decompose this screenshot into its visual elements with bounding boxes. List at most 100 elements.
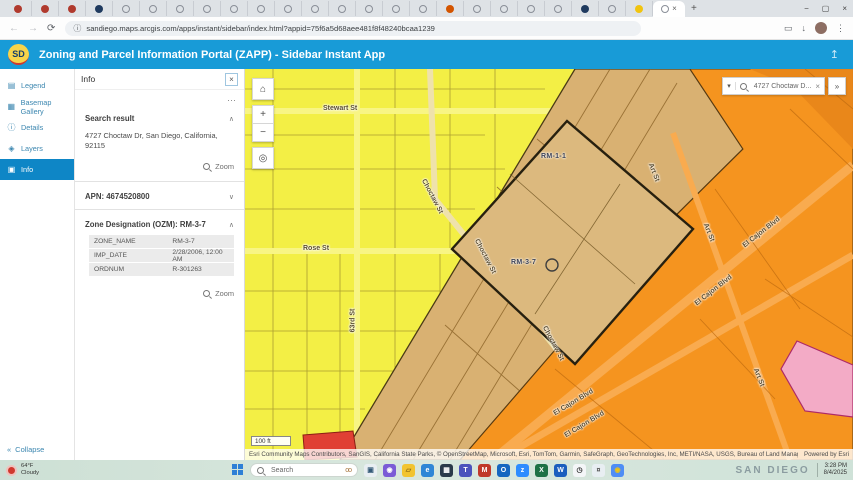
minimize-button[interactable]: −: [804, 4, 809, 13]
sidebar-item-legend[interactable]: ▤Legend: [0, 75, 74, 96]
zoom-to-zone-link[interactable]: Zoom: [85, 289, 234, 298]
taskbar-clock[interactable]: 3:28 PM 8/4/2025: [817, 463, 847, 477]
map-search-box[interactable]: ▾ 4727 Choctaw D... ×: [722, 77, 825, 95]
browser-tab[interactable]: [518, 1, 545, 16]
result-address: 4727 Choctaw Dr, San Diego, California, …: [85, 131, 234, 150]
clock-app-icon[interactable]: ◷: [573, 464, 586, 477]
globe-favicon: [608, 5, 616, 13]
chrome-icon[interactable]: ◉: [611, 464, 624, 477]
mcafee-icon[interactable]: M: [478, 464, 491, 477]
edge-icon[interactable]: e: [421, 464, 434, 477]
share-icon[interactable]: ↥: [830, 48, 839, 61]
browser-tab[interactable]: [464, 1, 491, 16]
map-canvas[interactable]: Stewart StRose St63rd StChoctaw StChocta…: [245, 69, 853, 460]
browser-tab[interactable]: [86, 1, 113, 16]
search-collapse-button[interactable]: »: [828, 77, 846, 95]
red-favicon: [41, 5, 49, 13]
sidebar: ▤Legend▦Basemap GalleryⓘDetails◈Layers▣I…: [0, 69, 75, 460]
browser-tab[interactable]: [248, 1, 275, 16]
sidebar-item-layers[interactable]: ◈Layers: [0, 138, 74, 159]
windows-start-button[interactable]: [232, 464, 244, 476]
browser-tab[interactable]: [491, 1, 518, 16]
zoom-in-button[interactable]: +: [252, 105, 274, 123]
map-search-value[interactable]: 4727 Choctaw D...: [754, 83, 812, 90]
clear-search-icon[interactable]: ×: [815, 82, 820, 91]
site-info-icon[interactable]: ⓘ: [73, 23, 81, 34]
browser-tab[interactable]: [437, 1, 464, 16]
search-source-dropdown-icon[interactable]: ▾: [727, 82, 736, 90]
active-tab[interactable]: ×: [653, 1, 685, 17]
browser-tab[interactable]: [356, 1, 383, 16]
browser-tab[interactable]: [167, 1, 194, 16]
new-tab-button[interactable]: +: [691, 3, 697, 14]
sidebar-item-details[interactable]: ⓘDetails: [0, 117, 74, 138]
sidebar-collapse-button[interactable]: « Collapse: [7, 445, 44, 454]
zoom-app-icon[interactable]: z: [516, 464, 529, 477]
home-button[interactable]: ⌂: [252, 78, 274, 100]
forward-icon[interactable]: →: [28, 23, 38, 34]
browser-tab[interactable]: [599, 1, 626, 16]
browser-tab[interactable]: [5, 1, 32, 16]
browser-tab[interactable]: [545, 1, 572, 16]
browser-tab[interactable]: [59, 1, 86, 16]
street-label: Rose St: [303, 245, 329, 252]
globe-favicon: [149, 5, 157, 13]
copilot-icon[interactable]: ◉: [383, 464, 396, 477]
browser-tab[interactable]: [329, 1, 356, 16]
chevron-down-icon: ∨: [229, 193, 234, 201]
clock-time: 3:28 PM: [824, 463, 847, 470]
close-button[interactable]: ×: [842, 4, 847, 13]
apn-section-header[interactable]: APN: 4674520800 ∨: [85, 192, 234, 201]
file-explorer-icon[interactable]: ▱: [402, 464, 415, 477]
back-icon[interactable]: ←: [9, 23, 19, 34]
teams-icon[interactable]: T: [459, 464, 472, 477]
details-icon: ⓘ: [7, 122, 16, 133]
zone-section-header[interactable]: Zone Designation (OZM): RM-3-7 ∧: [85, 220, 234, 229]
globe-favicon: [284, 5, 292, 13]
key-app-icon[interactable]: ¤: [592, 464, 605, 477]
sidebar-item-info[interactable]: ▣Info: [0, 159, 74, 180]
excel-icon[interactable]: X: [535, 464, 548, 477]
chevron-up-icon: ∧: [229, 221, 234, 229]
search-result-heading: Search result: [85, 114, 134, 123]
reload-icon[interactable]: ⟳: [47, 23, 55, 34]
browser-tab[interactable]: [221, 1, 248, 16]
sidebar-item-basemap-gallery[interactable]: ▦Basemap Gallery: [0, 96, 74, 117]
profile-avatar[interactable]: [815, 22, 827, 34]
maximize-button[interactable]: ▢: [822, 4, 830, 13]
outlook-icon[interactable]: O: [497, 464, 510, 477]
browser-tab[interactable]: [410, 1, 437, 16]
locate-button[interactable]: ◎: [252, 147, 274, 169]
download-icon[interactable]: ↓: [802, 23, 807, 33]
attribution-text: Esri Community Maps Contributors, SanGIS…: [249, 451, 798, 458]
panel-overflow-button[interactable]: ⋯: [227, 95, 236, 106]
browser-tab[interactable]: [194, 1, 221, 16]
package-app-icon[interactable]: ▦: [440, 464, 453, 477]
globe-favicon: [176, 5, 184, 13]
browser-window: × + − ▢ × ← → ⟳ ⓘ sandiego.maps.arcgis.c…: [0, 0, 853, 480]
windows-taskbar: 64°F Cloudy Search oo ▣◉▱e▦TMOzXW◷¤◉ SAN…: [0, 460, 853, 480]
browser-menu-icon[interactable]: ⋮: [836, 23, 845, 34]
search-result-section-header[interactable]: Search result ∧: [85, 114, 234, 123]
zoom-out-button[interactable]: −: [252, 123, 274, 142]
task-view-icon[interactable]: ▣: [364, 464, 377, 477]
globe-favicon: [122, 5, 130, 13]
browser-tab[interactable]: [572, 1, 599, 16]
browser-tab[interactable]: [626, 1, 653, 16]
zoom-to-result-link[interactable]: Zoom: [85, 162, 234, 171]
split-tab-icon[interactable]: ▭: [784, 23, 793, 34]
panel-close-button[interactable]: ×: [225, 73, 238, 86]
globe-favicon: [419, 5, 427, 13]
browser-tab[interactable]: [302, 1, 329, 16]
tab-close-icon[interactable]: ×: [672, 5, 677, 13]
browser-tab[interactable]: [275, 1, 302, 16]
browser-tab[interactable]: [32, 1, 59, 16]
address-bar[interactable]: ⓘ sandiego.maps.arcgis.com/apps/instant/…: [65, 21, 641, 36]
word-icon[interactable]: W: [554, 464, 567, 477]
weather-widget[interactable]: 64°F Cloudy: [6, 463, 39, 476]
globe-favicon: [230, 5, 238, 13]
browser-tab[interactable]: [113, 1, 140, 16]
taskbar-search-box[interactable]: Search oo: [250, 463, 358, 477]
browser-tab[interactable]: [140, 1, 167, 16]
browser-tab[interactable]: [383, 1, 410, 16]
